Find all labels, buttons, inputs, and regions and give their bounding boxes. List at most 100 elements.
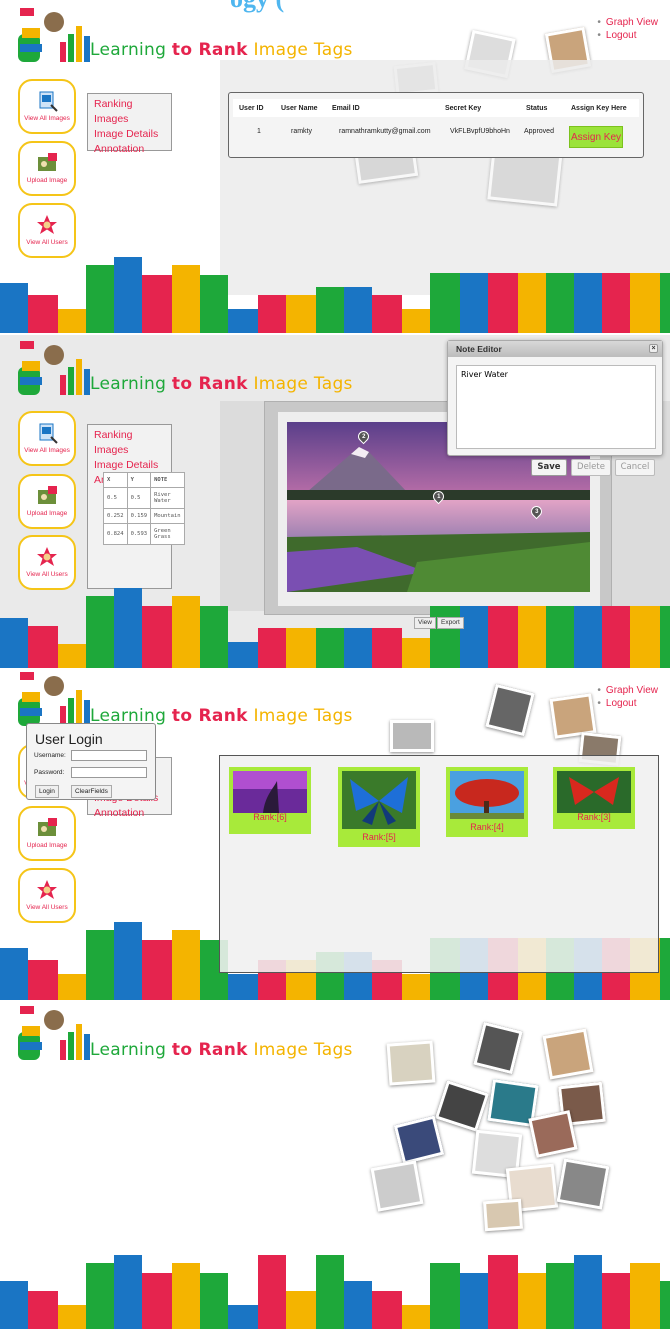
upload-image-icon: [38, 153, 57, 171]
assign-key-button[interactable]: Assign Key: [569, 126, 623, 148]
logo-icon: [18, 341, 90, 395]
annotation-panel: Learning to Rank Image Tags View All Ima…: [0, 335, 670, 668]
graph-view-link[interactable]: Graph View: [597, 16, 658, 29]
view-all-images-button[interactable]: View All Images: [18, 411, 76, 466]
red-tree-image: [450, 771, 524, 819]
brand-title: Learning to Rank Image Tags: [90, 1040, 353, 1060]
save-button[interactable]: Save: [531, 459, 567, 476]
rank-label: Rank:[3]: [577, 812, 611, 822]
ranked-image-card[interactable]: Rank:[4]: [446, 767, 528, 837]
ranked-image-card[interactable]: Rank:[3]: [553, 767, 635, 829]
deco-bar: [286, 1291, 316, 1329]
deco-bar: [0, 283, 28, 333]
brand-word-2: to Rank: [171, 374, 248, 394]
users-star-icon: [37, 547, 57, 566]
view-all-users-button[interactable]: View All Users: [18, 868, 76, 923]
pin-number: 1: [437, 493, 441, 500]
admin-users-panel: ogy ( Learning to Rank Image Tags Graph …: [0, 0, 670, 333]
deco-bar: [58, 309, 86, 333]
cell-note: River Water: [150, 487, 185, 509]
collage-photo: [473, 1021, 523, 1075]
image-view-icon: [39, 423, 58, 444]
deco-bar: [660, 938, 670, 1000]
view-all-users-button[interactable]: View All Users: [18, 203, 76, 258]
menu-annotation[interactable]: Annotation: [94, 142, 165, 157]
menu-image-details[interactable]: Image Details: [94, 458, 165, 473]
collage-photo: [528, 1110, 578, 1158]
deco-bar: [372, 628, 402, 668]
deco-bar: [228, 309, 258, 333]
brand-word-3: Image Tags: [253, 1040, 353, 1060]
deco-bar: [402, 974, 430, 1000]
graph-view-link[interactable]: Graph View: [597, 684, 658, 697]
deco-bar: [200, 275, 228, 333]
deco-bar: [86, 265, 114, 333]
cancel-button[interactable]: Cancel: [615, 459, 655, 476]
rank-label: Rank:[5]: [362, 832, 396, 842]
deco-bar: [402, 1305, 430, 1329]
ranked-image-card[interactable]: Rank:[5]: [338, 767, 420, 847]
col-header: Secret Key: [445, 105, 482, 112]
logo-icon: [18, 1006, 90, 1060]
col-header: User ID: [239, 105, 264, 112]
brand-word-1: Learning: [90, 1040, 167, 1060]
cell-secret-key: VkFLBvpfU9bhoHn: [450, 128, 510, 135]
clear-fields-button[interactable]: ClearFields: [71, 785, 112, 798]
collage-photo: [393, 1115, 445, 1165]
password-input[interactable]: [71, 767, 147, 778]
password-label: Password:: [34, 769, 65, 776]
table-row: 0.252 0.159 Mountain: [103, 508, 185, 524]
menu-annotation[interactable]: Annotation: [94, 806, 165, 821]
export-button[interactable]: Export: [437, 617, 464, 629]
deco-bar: [58, 1305, 86, 1329]
close-icon[interactable]: ×: [649, 344, 658, 353]
deco-bar: [402, 638, 430, 668]
col-header: User Name: [281, 105, 318, 112]
users-star-icon: [37, 215, 57, 234]
upload-image-button[interactable]: Upload Image: [18, 474, 76, 529]
username-input[interactable]: [71, 750, 147, 761]
deco-bar: [286, 295, 316, 333]
deco-bar: [518, 273, 546, 333]
table-row: 0.5 0.5 River Water: [103, 487, 185, 509]
color-bars-footer: [0, 253, 670, 333]
sidebar-label: Upload Image: [26, 842, 68, 849]
deco-bar: [488, 273, 518, 333]
view-button[interactable]: View: [414, 617, 436, 629]
collage-photo: [434, 1080, 490, 1132]
deco-bar: [28, 295, 58, 333]
view-all-users-button[interactable]: View All Users: [18, 535, 76, 590]
upload-image-button[interactable]: Upload Image: [18, 141, 76, 196]
deco-bar: [28, 1291, 58, 1329]
ranked-image-card[interactable]: Rank:[6]: [229, 767, 311, 834]
menu-image-details[interactable]: Image Details: [94, 127, 165, 142]
deco-bar: [142, 606, 172, 668]
view-all-images-button[interactable]: View All Images: [18, 79, 76, 134]
menu-ranking-images[interactable]: Ranking Images: [94, 97, 165, 127]
deco-bar: [114, 588, 142, 668]
deco-bar: [200, 1273, 228, 1329]
logout-link[interactable]: Logout: [597, 29, 658, 42]
cell-x: 0.824: [103, 523, 128, 545]
logout-link[interactable]: Logout: [597, 697, 658, 710]
login-button[interactable]: Login: [35, 785, 59, 798]
upload-image-button[interactable]: Upload Image: [18, 806, 76, 861]
deco-bar: [200, 606, 228, 668]
col-header: Assign Key Here: [571, 105, 627, 112]
deco-bar: [114, 257, 142, 333]
collage-photo: [482, 1198, 524, 1232]
note-textarea[interactable]: River Water: [456, 365, 656, 449]
menu-ranking-images[interactable]: Ranking Images: [94, 428, 165, 458]
deco-bar: [0, 1281, 28, 1329]
note-editor-dialog: Note Editor × River Water: [447, 340, 663, 456]
deco-bar: [258, 628, 286, 668]
deco-bar: [344, 628, 372, 668]
deco-bar: [372, 1291, 402, 1329]
delete-button[interactable]: Delete: [571, 459, 611, 476]
ranking-images-panel: Learning to Rank Image Tags Graph View L…: [0, 668, 670, 1000]
deco-bar: [402, 309, 430, 333]
deco-bar: [430, 1263, 460, 1329]
deco-bar: [86, 1263, 114, 1329]
deco-bar: [86, 596, 114, 668]
deco-bar: [574, 1255, 602, 1329]
